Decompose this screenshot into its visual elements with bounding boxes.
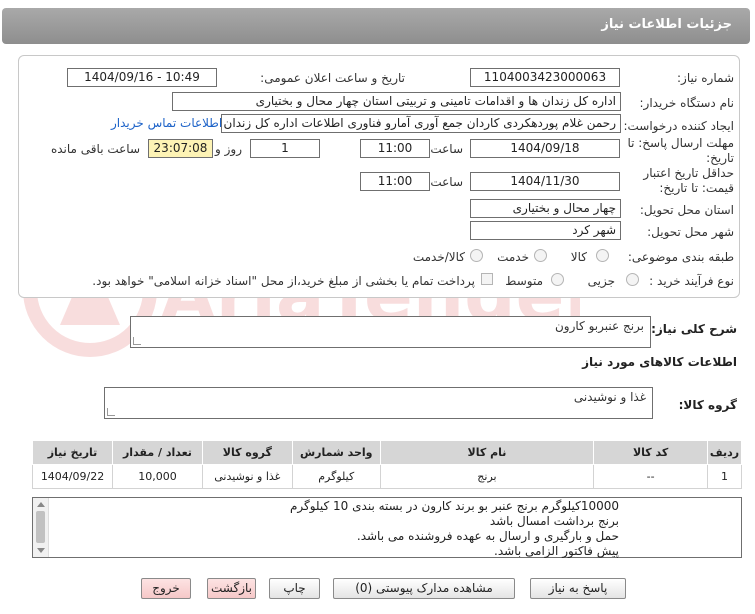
col-group: گروه کالا	[201, 440, 293, 465]
province-field: چهار محال و بختیاری	[470, 199, 621, 218]
process-label: نوع فرآیند خرید :	[649, 274, 734, 288]
cell-group: غذا و نوشیدنی	[201, 464, 293, 489]
table-row[interactable]: 1 -- برنج کیلوگرم غذا و نوشیدنی 10,000 1…	[31, 464, 742, 489]
goods-group-label: گروه کالا:	[678, 398, 737, 412]
cell-name: برنج	[379, 464, 595, 489]
deadline-time-label: ساعت	[430, 142, 463, 156]
treasury-checkbox[interactable]	[481, 273, 493, 285]
print-button[interactable]: چاپ	[269, 578, 320, 599]
creator-label: ایجاد کننده درخواست:	[623, 119, 734, 133]
deadline-time-field: 11:00	[360, 139, 430, 158]
cell-code: --	[593, 464, 709, 489]
validity-time-label: ساعت	[430, 175, 463, 189]
notes-text: 10000کیلوگرم برنج عنبر بو برند کارون در …	[290, 499, 619, 559]
deadline-label-1: مهلت ارسال پاسخ: تا	[627, 136, 734, 150]
process-option-medium: متوسط	[505, 274, 543, 288]
category-label: طبقه بندی موضوعی:	[627, 250, 734, 264]
category-radio-service[interactable]	[534, 249, 547, 262]
scroll-down-icon[interactable]	[37, 548, 45, 553]
creator-field: رحمن غلام پوردهکردی کاردان جمع آوری آمار…	[221, 114, 621, 133]
col-row: ردیف	[707, 440, 742, 465]
category-option-goods: کالا	[570, 250, 587, 264]
title-bar: جزئیات اطلاعات نیاز	[2, 8, 750, 44]
summary-textarea[interactable]: برنج عنبربو کارون	[130, 316, 651, 348]
col-unit: واحد شمارش	[291, 440, 381, 465]
category-radio-goods-service[interactable]	[470, 249, 483, 262]
notes-box[interactable]: 10000کیلوگرم برنج عنبر بو برند کارون در …	[32, 497, 742, 558]
category-option-service: خدمت	[497, 250, 529, 264]
deadline-label-2: تاریخ:	[706, 151, 734, 165]
need-number-label: شماره نیاز:	[677, 71, 734, 85]
process-option-minor: جزیی	[587, 274, 615, 288]
table-header-row: ردیف کد کالا نام کالا واحد شمارش گروه کا…	[31, 440, 742, 465]
cell-row: 1	[707, 464, 742, 489]
announce-field: 1404/09/16 - 10:49	[67, 68, 217, 87]
resize-handle[interactable]	[107, 408, 115, 416]
province-label: استان محل تحویل:	[639, 203, 734, 217]
cell-unit: کیلوگرم	[291, 464, 381, 489]
back-button[interactable]: بازگشت	[207, 578, 256, 599]
cell-qty: 10,000	[112, 464, 203, 489]
notes-scrollbar[interactable]	[33, 498, 49, 557]
city-field: شهر کرد	[470, 221, 621, 240]
summary-label: شرح کلی نیاز:	[651, 322, 737, 336]
items-table: ردیف کد کالا نام کالا واحد شمارش گروه کا…	[31, 440, 742, 489]
buyer-org-label: نام دستگاه خریدار:	[639, 96, 735, 110]
notes-line: حمل و بارگیری و ارسال به عهده فروشنده می…	[356, 529, 619, 543]
remaining-label: ساعت باقی مانده	[50, 142, 140, 156]
notes-line: 10000کیلوگرم برنج عنبر بو برند کارون در …	[289, 499, 619, 513]
page-title: جزئیات اطلاعات نیاز	[601, 17, 732, 32]
buyer-org-field: اداره کل زندان ها و اقدامات تامینی و ترب…	[172, 92, 621, 111]
need-number-field: 1104003423000063	[470, 68, 620, 87]
goods-info-title: اطلاعات کالاهای مورد نیاز	[582, 355, 737, 369]
category-option-goods-service: کالا/خدمت	[412, 250, 465, 264]
notes-line: برنج برداشت امسال باشد	[489, 514, 619, 528]
col-code: کد کالا	[593, 440, 709, 465]
goods-group-text: غذا و نوشیدنی	[573, 390, 646, 404]
process-radio-medium[interactable]	[551, 273, 564, 286]
cell-date: 1404/09/22	[31, 464, 114, 489]
col-date: تاریخ نیاز	[31, 440, 114, 465]
validity-date-field: 1404/11/30	[470, 172, 620, 191]
validity-time-field: 11:00	[360, 172, 430, 191]
contact-buyer-link[interactable]: اطلاعات تماس خریدار	[111, 116, 222, 130]
deadline-date-field: 1404/09/18	[470, 139, 620, 158]
scroll-up-icon[interactable]	[37, 502, 45, 507]
remaining-time-field: 23:07:08	[148, 139, 213, 158]
scroll-thumb[interactable]	[36, 511, 45, 543]
payment-note: پرداخت تمام یا بخشی از مبلغ خرید،از محل …	[92, 274, 475, 288]
category-radio-goods[interactable]	[596, 249, 609, 262]
city-label: شهر محل تحویل:	[647, 225, 734, 239]
days-field: 1	[250, 139, 320, 158]
days-label: روز و	[215, 142, 242, 156]
process-radio-minor[interactable]	[626, 273, 639, 286]
announce-label: تاریخ و ساعت اعلان عمومی:	[260, 71, 405, 85]
col-name: نام کالا	[379, 440, 595, 465]
exit-button[interactable]: خروج	[141, 578, 191, 599]
reply-button[interactable]: پاسخ به نیاز	[530, 578, 626, 599]
resize-handle[interactable]	[133, 337, 141, 345]
goods-group-textarea[interactable]: غذا و نوشیدنی	[104, 387, 653, 419]
validity-label-2: قیمت: تا تاریخ:	[659, 181, 734, 195]
col-qty: تعداد / مقدار	[112, 440, 203, 465]
validity-label-1: حداقل تاریخ اعتبار	[643, 166, 734, 180]
summary-text: برنج عنبربو کارون	[554, 319, 644, 333]
notes-line: پیش فاکتور الزامی باشد.	[494, 544, 619, 558]
view-attachments-button[interactable]: مشاهده مدارک پیوستی (0)	[333, 578, 515, 599]
